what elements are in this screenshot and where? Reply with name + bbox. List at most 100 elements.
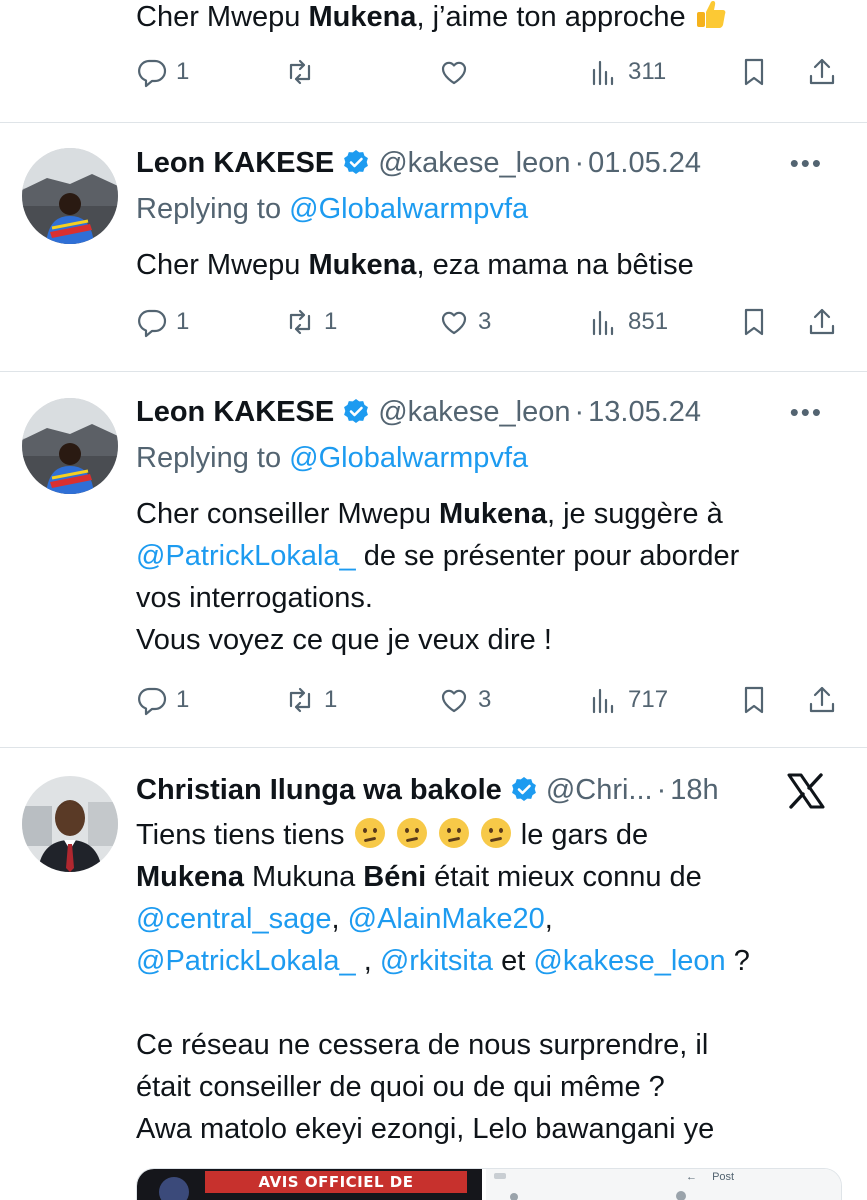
media-image-right: ← Post — [486, 1169, 841, 1200]
mention-link[interactable]: @AlainMake20 — [348, 903, 545, 935]
author-name[interactable]: Christian Ilunga wa bakole — [136, 774, 502, 807]
mention-link[interactable]: @kakese_leon — [533, 945, 725, 977]
reply-icon — [138, 309, 167, 338]
tweet-date[interactable]: 18h — [670, 774, 718, 807]
tweet-actions: 1 311 — [136, 52, 842, 92]
retweet-icon — [289, 687, 311, 713]
views-button[interactable]: 717 — [588, 680, 668, 720]
tweet-line: était conseiller de quoi ou de qui même … — [136, 1071, 665, 1103]
views-chart-icon — [592, 310, 614, 336]
bookmark-icon — [744, 58, 764, 86]
separator-dot: · — [574, 395, 585, 428]
separator-dot: · — [656, 773, 667, 806]
like-count: 3 — [478, 308, 492, 335]
tweet-line: Awa matolo ekeyi ezongi, Lelo bawangani … — [136, 1113, 715, 1145]
tweet-text: Tiens tiens tiens le gars de Mukena Muku… — [136, 814, 842, 1150]
mention-link[interactable]: @PatrickLokala_ — [136, 945, 356, 977]
tweet-divider — [0, 122, 867, 123]
share-button[interactable] — [806, 302, 838, 342]
share-button[interactable] — [806, 680, 838, 720]
heart-icon — [441, 689, 467, 713]
tweet-divider — [0, 747, 867, 748]
bookmark-button[interactable] — [738, 302, 770, 342]
retweet-button[interactable] — [284, 52, 324, 92]
author-name[interactable]: Leon KAKESE — [136, 147, 334, 180]
avatar-photo-icon — [22, 148, 118, 244]
reply-icon — [138, 59, 167, 88]
retweet-count: 1 — [324, 686, 338, 713]
tweet-text: Cher conseiller Mwepu Mukena, je suggère… — [136, 493, 842, 661]
media-image-left: AVIS OFFICIEL DE RECHERCHE — [137, 1169, 482, 1200]
avatar[interactable] — [22, 776, 118, 872]
tweet-actions: 1 1 3 851 — [136, 302, 842, 342]
post-header: ← Post — [686, 1171, 735, 1183]
replying-to-mention[interactable]: @Globalwarmpvfa — [289, 442, 528, 474]
tweet-line: Mukena Mukuna Béni était mieux connu de — [136, 861, 702, 893]
heart-icon — [441, 61, 467, 85]
mention-link[interactable]: @central_sage — [136, 903, 332, 935]
tweet-line: @PatrickLokala_ , @rkitsita et @kakese_l… — [136, 945, 750, 977]
verified-badge-icon — [344, 399, 369, 423]
more-options-icon[interactable]: ••• — [790, 397, 823, 428]
reply-count: 1 — [176, 308, 190, 335]
x-logo-icon[interactable] — [787, 773, 825, 809]
like-button[interactable]: 3 — [438, 680, 491, 720]
tweet-line: Ce réseau ne cessera de nous surprendre,… — [136, 1029, 709, 1061]
retweet-button[interactable]: 1 — [284, 302, 337, 342]
tweet-date[interactable]: 13.05.24 — [588, 396, 701, 429]
back-arrow-icon: ← — [686, 1171, 697, 1183]
views-count: 717 — [628, 686, 669, 713]
retweet-count: 1 — [324, 308, 338, 335]
share-button[interactable] — [806, 52, 838, 92]
reply-count: 1 — [176, 58, 190, 85]
avatar[interactable] — [22, 148, 118, 244]
more-options-icon[interactable]: ••• — [790, 148, 823, 179]
like-button[interactable]: 3 — [438, 302, 491, 342]
retweet-button[interactable]: 1 — [284, 680, 337, 720]
tweet-line: Vous voyez ce que je veux dire ! — [136, 624, 552, 656]
author-handle[interactable]: @kakese_leon — [378, 147, 570, 180]
tweet-line: @PatrickLokala_ de se présenter pour abo… — [136, 540, 740, 572]
thinking-face-emoji-icon — [480, 818, 511, 848]
reply-button[interactable]: 1 — [136, 52, 189, 92]
replying-to-mention[interactable]: @Globalwarmpvfa — [289, 193, 528, 225]
views-button[interactable]: 851 — [588, 302, 668, 342]
status-bar-mark — [494, 1173, 506, 1179]
share-icon — [809, 308, 835, 335]
thinking-face-emoji-icon — [354, 818, 385, 848]
thinking-face-emoji-icon — [396, 818, 427, 848]
views-count: 311 — [628, 58, 667, 85]
bookmark-icon — [744, 686, 764, 714]
tweet-actions: 1 1 3 717 — [136, 680, 842, 720]
tweet-header: Leon KAKESE @kakese_leon · 01.05.24 ••• — [136, 142, 847, 184]
reply-button[interactable]: 1 — [136, 680, 189, 720]
tweet-line: @central_sage, @AlainMake20, — [136, 903, 553, 935]
bookmark-icon — [744, 308, 764, 336]
avatar[interactable] — [22, 398, 118, 494]
tweet-line: Cher conseiller Mwepu Mukena, je suggère… — [136, 498, 723, 530]
like-button[interactable] — [438, 52, 478, 92]
reply-count: 1 — [176, 686, 190, 713]
bookmark-button[interactable] — [738, 52, 770, 92]
tweet-media[interactable]: AVIS OFFICIEL DE RECHERCHE ← Post — [136, 1168, 842, 1200]
author-handle[interactable]: @kakese_leon — [378, 396, 570, 429]
tweet-date[interactable]: 01.05.24 — [588, 147, 701, 180]
views-count: 851 — [628, 308, 669, 335]
emblem-icon — [159, 1177, 189, 1200]
author-handle[interactable]: @Chri... — [546, 774, 653, 807]
views-button[interactable]: 311 — [588, 52, 666, 92]
thinking-face-emoji-icon — [438, 818, 469, 848]
mention-link[interactable]: @PatrickLokala_ — [136, 540, 356, 572]
tweet-divider — [0, 371, 867, 372]
retweet-icon — [289, 59, 311, 85]
bookmark-button[interactable] — [738, 680, 770, 720]
mention-link[interactable]: @rkitsita — [380, 945, 493, 977]
thumbs-up-emoji-icon — [696, 1, 726, 28]
tweet-header: Leon KAKESE @kakese_leon · 13.05.24 ••• — [136, 391, 847, 433]
tweet-line: vos interrogations. — [136, 582, 373, 614]
reply-button[interactable]: 1 — [136, 302, 189, 342]
tweet-text: Cher Mwepu Mukena, j’aime ton approche — [136, 0, 842, 38]
tweet-text: Cher Mwepu Mukena, eza mama na bêtise — [136, 249, 694, 281]
author-name[interactable]: Leon KAKESE — [136, 396, 334, 429]
